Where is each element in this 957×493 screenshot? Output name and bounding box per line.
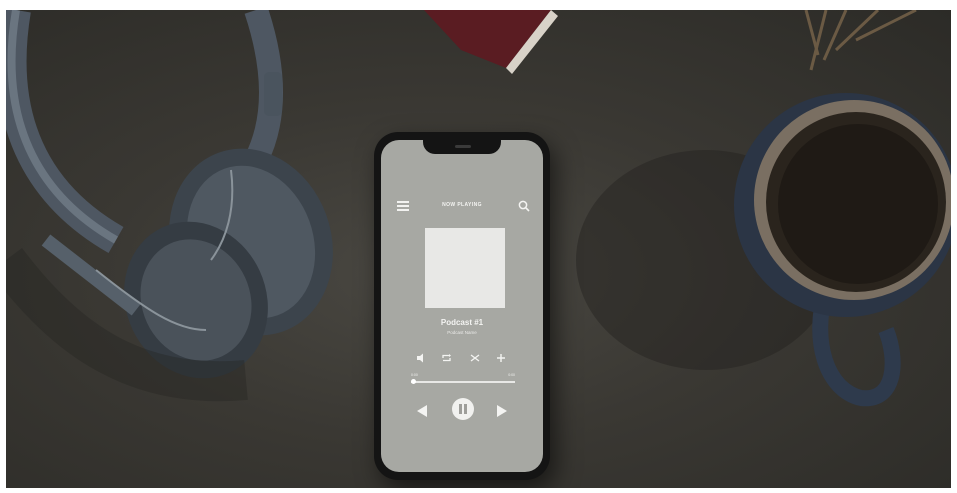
pause-icon[interactable]: [452, 398, 474, 420]
search-icon[interactable]: [518, 200, 530, 212]
secondary-controls: [413, 352, 513, 364]
next-icon[interactable]: [495, 404, 509, 418]
plus-icon[interactable]: [495, 352, 507, 364]
coffee-mug-icon: [576, 93, 951, 407]
photo-frame: NOW PLAYING Podcast #1 Podcast Name 0:00…: [6, 10, 951, 488]
plant-icon: [804, 10, 917, 71]
headphones-icon: [6, 10, 333, 402]
smartphone-icon: NOW PLAYING Podcast #1 Podcast Name 0:00…: [374, 132, 550, 480]
track-subtitle: Podcast Name: [447, 330, 477, 335]
time-elapsed: 0:00: [411, 373, 418, 377]
hamburger-menu-icon[interactable]: [397, 201, 409, 211]
phone-screen: NOW PLAYING Podcast #1 Podcast Name 0:00…: [381, 140, 543, 472]
shuffle-icon[interactable]: [469, 352, 481, 364]
speaker-icon[interactable]: [415, 352, 427, 364]
book-icon: [424, 10, 558, 74]
time-labels: 0:00 0:00: [411, 373, 515, 379]
phone-notch: [423, 140, 501, 154]
speaker-grille: [455, 145, 471, 148]
progress-bar[interactable]: [411, 379, 515, 384]
time-total: 0:00: [508, 373, 515, 377]
player-top-bar: NOW PLAYING: [381, 198, 543, 216]
album-artwork: [425, 228, 505, 308]
progress-knob[interactable]: [411, 379, 416, 384]
playback-controls: [381, 398, 543, 424]
previous-icon[interactable]: [415, 404, 429, 418]
track-title: Podcast #1: [440, 318, 484, 327]
screen-title: NOW PLAYING: [442, 202, 482, 208]
repeat-icon[interactable]: [441, 352, 453, 364]
